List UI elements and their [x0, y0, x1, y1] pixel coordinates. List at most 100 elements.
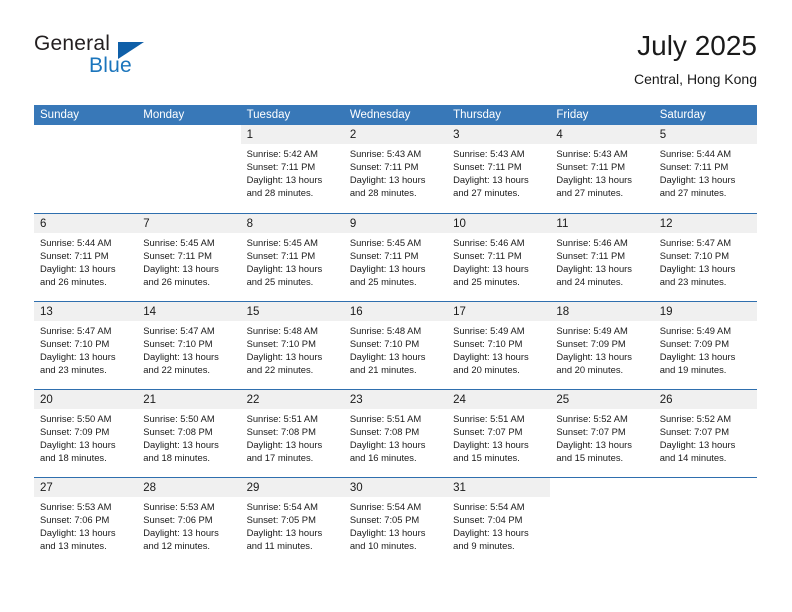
sunrise-text: Sunrise: 5:44 AM: [659, 148, 732, 159]
daylight-text-cont: and 12 minutes.: [143, 539, 210, 551]
sunrise-text: Sunrise: 5:50 AM: [40, 413, 112, 424]
calendar-day-cell[interactable]: 22 Sunrise: 5:51 AM Sunset: 7:08 PM Dayligh…: [240, 390, 344, 477]
calendar-day-cell[interactable]: 2 Sunrise: 5:43 AM Sunset: 7:11 PM Daylight…: [343, 125, 448, 213]
day-number-band: 11: [550, 214, 654, 233]
day-details: [137, 144, 240, 148]
daylight-text-cont: and 15 minutes.: [556, 451, 624, 463]
page-title: July 2025: [637, 30, 757, 61]
day-number: 9: [349, 218, 357, 230]
day-number-band: 4: [550, 125, 654, 144]
calendar-table: Sunday Monday Tuesday Wednesday Thursday Frid…: [34, 105, 757, 565]
day-number-band: 2: [343, 125, 448, 144]
sunrise-text: Sunrise: 5:50 AM: [143, 413, 215, 424]
calendar-day-cell[interactable]: 9 Sunrise: 5:45 AM Sunset: 7:11 PM Daylight…: [343, 214, 448, 301]
brand-logo[interactable]: General Blue: [34, 32, 214, 90]
day-number: 2: [349, 129, 357, 141]
calendar-day-cell[interactable]: 18 Sunrise: 5:49 AM Sunset: 7:09 PM Dayligh…: [550, 302, 654, 389]
calendar-day-cell[interactable]: 31 Sunrise: 5:54 AM Sunset: 7:04 PM Dayligh…: [447, 478, 551, 565]
calendar-day-cell[interactable]: 4 Sunrise: 5:43 AM Sunset: 7:11 PM Daylight…: [550, 125, 654, 213]
day-number-band: 21: [137, 390, 241, 409]
daylight-text: Daylight: 13 hours: [143, 526, 219, 538]
day-number: 21: [143, 394, 157, 406]
weekday-header-tuesday: Tuesday: [246, 109, 291, 121]
day-number: 17: [453, 306, 466, 318]
day-number: 20: [40, 394, 53, 406]
day-details: Sunrise: 5:42 AM Sunset: 7:11 PM Daylight:…: [241, 144, 344, 200]
sunrise-text: Sunrise: 5:42 AM: [246, 148, 318, 159]
calendar-cell-empty: [550, 478, 654, 565]
daylight-text: Daylight: 13 hours: [246, 438, 323, 450]
daylight-text: Daylight: 13 hours: [659, 350, 736, 362]
day-number: 29: [246, 482, 260, 494]
day-number-band: 31: [447, 478, 551, 497]
calendar-day-cell[interactable]: 11 Sunrise: 5:46 AM Sunset: 7:11 PM Dayligh…: [550, 214, 654, 301]
calendar-week-row: 1 Sunrise: 5:42 AM Sunset: 7:11 PM Daylight…: [34, 125, 757, 213]
sunset-text: Sunset: 7:10 PM: [453, 337, 523, 349]
day-number: 13: [40, 306, 53, 318]
calendar-day-cell[interactable]: 28 Sunrise: 5:53 AM Sunset: 7:06 PM Dayligh…: [137, 478, 241, 565]
calendar-day-cell[interactable]: 27 Sunrise: 5:53 AM Sunset: 7:06 PM Dayligh…: [34, 478, 138, 565]
sunrise-text: Sunrise: 5:51 AM: [453, 413, 525, 424]
daylight-text: Daylight: 13 hours: [349, 438, 426, 450]
calendar-day-cell[interactable]: 15 Sunrise: 5:48 AM Sunset: 7:10 PM Dayligh…: [240, 302, 344, 389]
day-details: Sunrise: 5:53 AM Sunset: 7:06 PM Daylight:…: [137, 497, 240, 553]
calendar-day-cell[interactable]: 1 Sunrise: 5:42 AM Sunset: 7:11 PM Daylight…: [240, 125, 344, 213]
calendar-day-cell[interactable]: 21 Sunrise: 5:50 AM Sunset: 7:08 PM Dayligh…: [137, 390, 241, 477]
calendar-day-cell[interactable]: 5 Sunrise: 5:44 AM Sunset: 7:11 PM Daylight…: [653, 125, 757, 213]
calendar-day-cell[interactable]: 8 Sunrise: 5:45 AM Sunset: 7:11 PM Daylight…: [240, 214, 344, 301]
calendar-day-cell[interactable]: 7 Sunrise: 5:45 AM Sunset: 7:11 PM Daylight…: [137, 214, 241, 301]
sunset-text: Sunset: 7:11 PM: [556, 160, 626, 172]
day-number: 3: [453, 129, 460, 141]
sunset-text: Sunset: 7:11 PM: [453, 160, 522, 172]
calendar-day-cell[interactable]: 26 Sunrise: 5:52 AM Sunset: 7:07 PM Dayligh…: [653, 390, 757, 477]
weekday-header-thursday: Thursday: [453, 109, 502, 121]
day-number-band: 13: [34, 302, 138, 321]
weekday-header-wednesday: Wednesday: [349, 109, 411, 121]
page-header: General Blue July 2025 Central, Hong Kon…: [34, 30, 757, 94]
daylight-text: Daylight: 13 hours: [453, 438, 529, 450]
day-details: Sunrise: 5:43 AM Sunset: 7:11 PM Daylight:…: [550, 144, 653, 200]
day-details: Sunrise: 5:43 AM Sunset: 7:11 PM Daylight:…: [447, 144, 550, 200]
calendar-day-cell[interactable]: 16 Sunrise: 5:48 AM Sunset: 7:10 PM Dayligh…: [343, 302, 448, 389]
day-number: 25: [556, 394, 570, 406]
daylight-text: Daylight: 13 hours: [349, 526, 426, 538]
calendar-day-cell[interactable]: 24 Sunrise: 5:51 AM Sunset: 7:07 PM Dayligh…: [447, 390, 551, 477]
daylight-text-cont: and 26 minutes.: [143, 275, 210, 287]
day-number-band: 25: [550, 390, 654, 409]
day-number: 5: [659, 129, 667, 141]
calendar-day-cell[interactable]: 17 Sunrise: 5:49 AM Sunset: 7:10 PM Dayligh…: [447, 302, 551, 389]
daylight-text: Daylight: 13 hours: [556, 350, 632, 362]
sunset-text: Sunset: 7:11 PM: [349, 160, 419, 172]
sunset-text: Sunset: 7:10 PM: [143, 337, 213, 349]
daylight-text-cont: and 9 minutes.: [453, 539, 515, 551]
day-details: Sunrise: 5:49 AM Sunset: 7:09 PM Daylight:…: [654, 321, 757, 377]
calendar-day-cell[interactable]: 29 Sunrise: 5:54 AM Sunset: 7:05 PM Dayligh…: [240, 478, 344, 565]
calendar-day-cell[interactable]: 19 Sunrise: 5:49 AM Sunset: 7:09 PM Dayligh…: [653, 302, 757, 389]
calendar-day-cell[interactable]: 6 Sunrise: 5:44 AM Sunset: 7:11 PM Daylight…: [34, 214, 138, 301]
calendar-day-cell[interactable]: 20 Sunrise: 5:50 AM Sunset: 7:09 PM Dayligh…: [34, 390, 138, 477]
sunset-text: Sunset: 7:11 PM: [453, 249, 522, 261]
calendar-week-row: 20 Sunrise: 5:50 AM Sunset: 7:09 PM Dayligh…: [34, 389, 757, 477]
calendar-day-cell[interactable]: 13 Sunrise: 5:47 AM Sunset: 7:10 PM Dayligh…: [34, 302, 138, 389]
day-number-band: [550, 478, 654, 497]
calendar-day-cell[interactable]: 12 Sunrise: 5:47 AM Sunset: 7:10 PM Dayligh…: [653, 214, 757, 301]
calendar-day-cell[interactable]: 3 Sunrise: 5:43 AM Sunset: 7:11 PM Daylight…: [447, 125, 551, 213]
sunset-text: Sunset: 7:09 PM: [556, 337, 626, 349]
calendar-day-cell[interactable]: 30 Sunrise: 5:54 AM Sunset: 7:05 PM Dayligh…: [343, 478, 448, 565]
calendar-day-cell[interactable]: 14 Sunrise: 5:47 AM Sunset: 7:10 PM Dayligh…: [137, 302, 241, 389]
daylight-text-cont: and 16 minutes.: [349, 451, 417, 463]
calendar-day-cell[interactable]: 10 Sunrise: 5:46 AM Sunset: 7:11 PM Dayligh…: [447, 214, 551, 301]
day-number-band: 24: [447, 390, 551, 409]
daylight-text-cont: and 10 minutes.: [349, 539, 417, 551]
daylight-text-cont: and 23 minutes.: [659, 275, 727, 287]
sunrise-text: Sunrise: 5:43 AM: [349, 148, 422, 159]
day-details: Sunrise: 5:54 AM Sunset: 7:04 PM Daylight:…: [447, 497, 550, 553]
daylight-text: Daylight: 13 hours: [659, 173, 736, 185]
weekday-header-sunday: Sunday: [40, 109, 80, 121]
daylight-text: Daylight: 13 hours: [40, 438, 116, 450]
calendar-day-cell[interactable]: 23 Sunrise: 5:51 AM Sunset: 7:08 PM Dayligh…: [343, 390, 448, 477]
calendar-day-cell[interactable]: 25 Sunrise: 5:52 AM Sunset: 7:07 PM Dayligh…: [550, 390, 654, 477]
day-details: Sunrise: 5:47 AM Sunset: 7:10 PM Daylight:…: [137, 321, 240, 377]
sunrise-text: Sunrise: 5:45 AM: [246, 237, 318, 248]
daylight-text: Daylight: 13 hours: [246, 350, 323, 362]
